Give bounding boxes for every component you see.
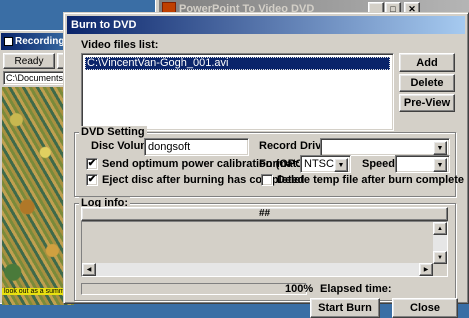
burn-to-dvd-dialog: Burn to DVD Video files list: C:\Vincent… xyxy=(63,12,469,318)
ready-status: Ready xyxy=(3,53,55,69)
opc-checkbox[interactable]: ✔ xyxy=(86,158,98,170)
add-button[interactable]: Add xyxy=(399,53,455,72)
progress-percent: 100% xyxy=(285,283,314,295)
log-column-header[interactable]: ## xyxy=(81,207,448,221)
scroll-right-icon[interactable]: ▶ xyxy=(419,263,433,276)
window-icon xyxy=(4,37,13,46)
video-files-label: Video files list: xyxy=(81,39,159,51)
format-select[interactable]: NTSC ▼ xyxy=(300,155,351,173)
scroll-down-icon[interactable]: ▼ xyxy=(433,251,447,264)
eject-checkbox[interactable]: ✔ xyxy=(86,174,98,186)
scroll-up-icon[interactable]: ▲ xyxy=(433,222,447,235)
preview-button[interactable]: Pre-View xyxy=(399,94,455,112)
progress-fill xyxy=(82,284,306,294)
video-files-list[interactable]: C:\VincentVan-Gogh_001.avi xyxy=(81,53,394,131)
format-label: Format: xyxy=(259,158,300,170)
speed-label: Speed: xyxy=(362,158,399,170)
burn-progress-bar xyxy=(81,283,307,295)
vertical-scrollbar[interactable]: ▲ ▼ xyxy=(433,222,447,264)
chevron-down-icon[interactable]: ▼ xyxy=(433,141,447,155)
chevron-down-icon[interactable]: ▼ xyxy=(334,158,348,172)
eject-label: Eject disc after burning has completed xyxy=(102,174,305,186)
start-burn-button[interactable]: Start Burn xyxy=(310,298,380,318)
dialog-title: Burn to DVD xyxy=(71,19,137,31)
list-item[interactable]: C:\VincentVan-Gogh_001.avi xyxy=(85,57,390,70)
horizontal-scrollbar[interactable]: ◀ ▶ xyxy=(82,263,433,276)
delete-temp-label: Delete temp file after burn complete xyxy=(277,174,465,186)
disc-volume-input[interactable]: dongsoft xyxy=(144,138,249,156)
dvd-setting-label: DVD Setting xyxy=(79,126,147,138)
scroll-left-icon[interactable]: ◀ xyxy=(82,263,96,276)
delete-temp-checkbox[interactable] xyxy=(261,174,273,186)
format-value: NTSC xyxy=(304,158,334,170)
slide-caption: look out as a summ xyxy=(2,288,67,295)
delete-button[interactable]: Delete xyxy=(399,74,455,92)
left-window-title-bar[interactable]: Recording PPT xyxy=(1,33,72,50)
elapsed-time-label: Elapsed time: xyxy=(320,283,392,295)
close-button[interactable]: Close xyxy=(392,298,458,318)
chevron-down-icon[interactable]: ▼ xyxy=(433,158,447,172)
log-area[interactable]: ▲ ▼ ◀ ▶ xyxy=(81,221,448,277)
speed-select[interactable]: ▼ xyxy=(395,155,450,173)
dialog-title-bar[interactable]: Burn to DVD xyxy=(67,16,465,34)
record-driver-select[interactable]: ▼ xyxy=(320,138,450,156)
